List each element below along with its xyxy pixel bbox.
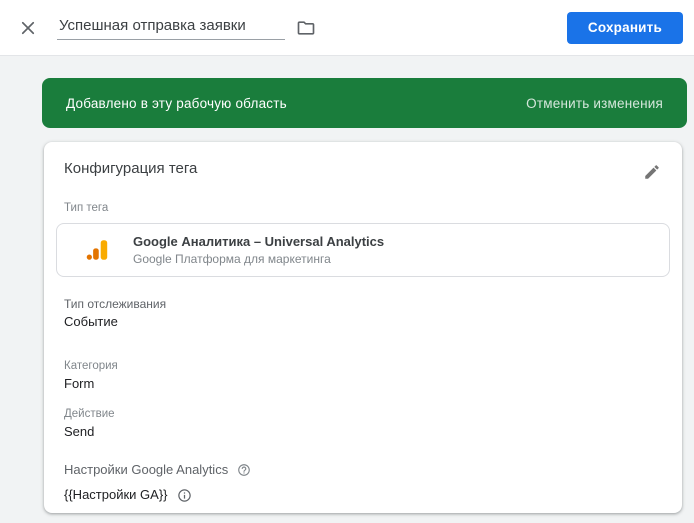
tag-configuration-card: Конфигурация тега Тип тега Google Аналит…: [44, 142, 682, 513]
save-button[interactable]: Сохранить: [567, 12, 683, 44]
tag-type-name: Google Аналитика – Universal Analytics: [133, 234, 384, 249]
track-type-field: Тип отслеживания Событие: [64, 297, 662, 330]
header-bar: Сохранить: [0, 0, 694, 56]
tag-name-input[interactable]: [57, 15, 285, 40]
tag-type-label: Тип тега: [64, 202, 662, 215]
edit-pencil-glyph: [643, 163, 661, 181]
workspace-content: Добавлено в эту рабочую область Отменить…: [0, 56, 694, 523]
tag-type-text: Google Аналитика – Universal Analytics G…: [133, 234, 384, 266]
track-type-label: Тип отслеживания: [64, 297, 662, 311]
google-analytics-icon: [85, 237, 111, 263]
banner-message: Добавлено в эту рабочую область: [66, 96, 287, 111]
ga-settings-label-row: Настройки Google Analytics: [64, 462, 662, 478]
close-icon-glyph: [19, 19, 37, 37]
tag-type-vendor: Google Платформа для маркетинга: [133, 252, 384, 266]
help-icon[interactable]: [237, 463, 251, 477]
category-field: Категория Form: [64, 360, 662, 392]
close-icon[interactable]: [16, 16, 40, 40]
folder-icon-glyph: [296, 18, 316, 38]
card-header: Конфигурация тега: [64, 160, 662, 182]
action-field: Действие Send: [64, 408, 662, 440]
track-type-value: Событие: [64, 314, 662, 330]
workspace-status-banner: Добавлено в эту рабочую область Отменить…: [42, 78, 687, 128]
info-icon[interactable]: [177, 488, 192, 503]
ga-settings-label: Настройки Google Analytics: [64, 462, 228, 478]
ga-settings-value: {{Настройки GA}}: [64, 487, 168, 503]
action-label: Действие: [64, 408, 662, 421]
edit-pencil-icon[interactable]: [642, 162, 662, 182]
ga-settings-value-row: {{Настройки GA}}: [64, 487, 662, 503]
category-label: Категория: [64, 360, 662, 373]
tag-type-row[interactable]: Google Аналитика – Universal Analytics G…: [56, 223, 670, 277]
folder-icon[interactable]: [293, 15, 319, 41]
action-value: Send: [64, 424, 662, 440]
card-title: Конфигурация тега: [64, 160, 197, 178]
category-value: Form: [64, 376, 662, 392]
undo-changes-button[interactable]: Отменить изменения: [526, 96, 663, 111]
